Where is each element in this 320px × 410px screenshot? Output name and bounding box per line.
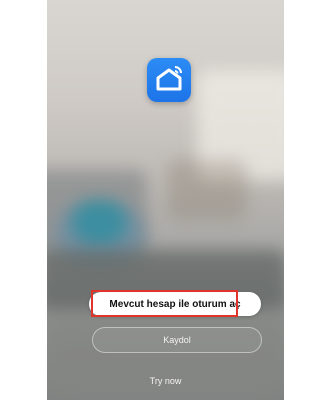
register-button-label: Kaydol: [163, 335, 191, 345]
background-chair: [167, 160, 247, 220]
login-existing-account-button[interactable]: Mevcut hesap ile oturum aç: [89, 292, 261, 316]
login-button-label: Mevcut hesap ile oturum aç: [109, 298, 241, 310]
background-pillow: [72, 200, 127, 245]
phone-screen: Mevcut hesap ile oturum aç Kaydol Try no…: [47, 0, 284, 400]
try-now-link[interactable]: Try now: [47, 376, 284, 386]
register-button[interactable]: Kaydol: [92, 327, 262, 353]
smart-home-icon: [147, 58, 191, 102]
